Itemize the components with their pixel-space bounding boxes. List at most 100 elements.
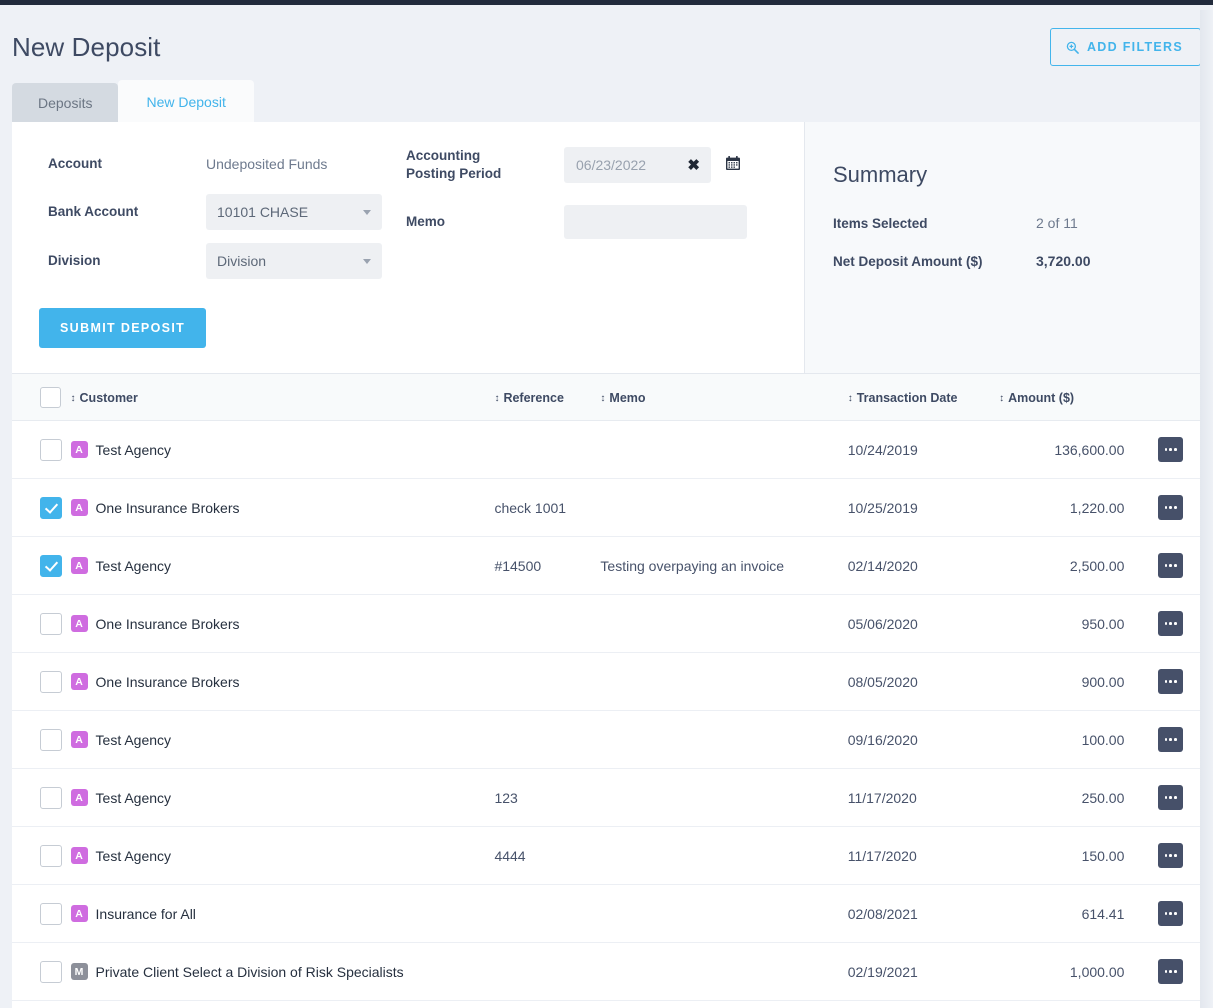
row-transaction-date-cell: 02/08/2021: [847, 884, 1000, 943]
accounting-posting-period-label-line2: Posting Period: [406, 166, 502, 182]
row-checkbox[interactable]: [40, 612, 62, 635]
row-reference-cell: check 1001: [494, 478, 601, 537]
row-memo-cell: [600, 826, 848, 885]
column-header-amount[interactable]: ↕ Amount ($): [999, 374, 1141, 421]
row-checkbox[interactable]: [40, 902, 62, 925]
close-icon[interactable]: ✖: [687, 158, 700, 173]
row-transaction-date-cell: 09/16/2020: [847, 710, 1000, 769]
row-checkbox[interactable]: [40, 786, 62, 809]
tab-new-deposit[interactable]: New Deposit: [118, 80, 254, 122]
kebab-menu-icon[interactable]: [1158, 959, 1184, 984]
row-actions-cell: [1140, 884, 1201, 943]
customer-type-badge: M: [70, 963, 88, 980]
accounting-posting-period-input[interactable]: 06/23/2022 ✖: [564, 147, 711, 184]
table-row[interactable]: A Test Agency 123 11/17/2020 250.00: [12, 768, 1201, 827]
kebab-menu-icon[interactable]: [1158, 611, 1184, 636]
row-actions-cell: [1140, 1000, 1201, 1008]
row-customer-cell: ABalazs Testing Agency: [70, 1000, 495, 1008]
row-amount-cell: 136,600.00: [999, 420, 1141, 479]
select-all-header: [12, 374, 71, 421]
row-reference-cell: [494, 710, 601, 769]
bank-account-label: Bank Account: [48, 203, 139, 219]
kebab-menu-icon[interactable]: [1158, 727, 1184, 752]
customer-type-badge: A: [70, 673, 88, 690]
items-selected-label: Items Selected: [833, 216, 928, 231]
kebab-menu-icon[interactable]: [1158, 843, 1184, 868]
select-all-checkbox[interactable]: [40, 387, 61, 408]
row-select-cell: [12, 594, 71, 653]
row-actions-cell: [1140, 536, 1201, 595]
row-select-cell: [12, 826, 71, 885]
add-filters-label: ADD FILTERS: [1086, 40, 1183, 54]
sort-icon: ↕: [70, 392, 76, 404]
row-transaction-date-cell: 10/24/2019: [847, 420, 1000, 479]
table-row[interactable]: A Insurance for All 02/08/2021 614.41: [12, 884, 1201, 943]
row-actions-cell: [1140, 420, 1201, 479]
memo-input[interactable]: [564, 205, 747, 240]
row-customer-cell: M Private Client Select a Division of Ris…: [70, 942, 495, 1001]
field-division: Division Division: [48, 243, 406, 279]
row-select-cell: [12, 420, 71, 479]
row-customer-cell: A Test Agency: [70, 768, 495, 827]
bank-account-select[interactable]: 10101 CHASE: [206, 194, 382, 230]
row-reference-cell: #14500: [494, 536, 601, 595]
tab-bar: Deposits New Deposit: [0, 80, 1213, 122]
row-checkbox[interactable]: [40, 670, 62, 693]
transactions-table: ↕ Customer ↕ Reference ↕ Memo ↕ Transaction …: [12, 374, 1201, 1008]
row-customer-cell: A Test Agency: [70, 826, 495, 885]
tab-deposits[interactable]: Deposits: [12, 83, 119, 122]
add-filters-button[interactable]: ADD FILTERS: [1049, 28, 1201, 66]
row-reference-cell: [494, 884, 601, 943]
customer-type-badge: A: [70, 441, 88, 458]
table-row[interactable]: ABalazs Testing Agency 10/05/20211,000.00: [12, 1000, 1201, 1008]
column-header-memo[interactable]: ↕ Memo: [600, 374, 848, 421]
table-row[interactable]: A One Insurance Brokers check 1001 10/25/20…: [12, 478, 1201, 537]
kebab-menu-icon[interactable]: [1158, 785, 1184, 810]
kebab-menu-icon[interactable]: [1158, 901, 1184, 926]
row-customer-name: Test Agency: [95, 731, 172, 748]
row-memo-cell: [600, 942, 848, 1001]
table-row[interactable]: A One Insurance Brokers 08/05/2020 900.00: [12, 652, 1201, 711]
division-select[interactable]: Division: [206, 243, 382, 279]
kebab-menu-icon[interactable]: [1158, 495, 1184, 520]
column-header-reference[interactable]: ↕ Reference: [494, 374, 601, 421]
deposit-form-fields: Account Undeposited Funds Bank Account 1…: [12, 122, 805, 373]
row-checkbox[interactable]: [40, 438, 62, 461]
calendar-icon[interactable]: [725, 155, 741, 176]
kebab-menu-icon[interactable]: [1158, 553, 1184, 578]
table-row[interactable]: A One Insurance Brokers 05/06/2020 950.00: [12, 594, 1201, 653]
division-selected-value: Division: [217, 253, 267, 269]
row-checkbox[interactable]: [40, 844, 62, 867]
column-header-transaction-date-label: Transaction Date: [856, 390, 958, 405]
column-header-transaction-date[interactable]: ↕ Transaction Date: [847, 374, 1000, 421]
row-checkbox[interactable]: [40, 554, 62, 577]
row-customer-name: Insurance for All: [95, 905, 196, 922]
accounting-posting-period-label-line1: Accounting: [406, 148, 481, 163]
customer-type-badge: A: [70, 615, 88, 632]
table-row[interactable]: A Test Agency 09/16/2020 100.00: [12, 710, 1201, 769]
row-checkbox[interactable]: [40, 728, 62, 751]
table-row[interactable]: M Private Client Select a Division of Ris…: [12, 942, 1201, 1001]
table-row[interactable]: A Test Agency #14500 Testing overpaying an …: [12, 536, 1201, 595]
row-actions-cell: [1140, 478, 1201, 537]
division-label: Division: [48, 252, 101, 268]
field-accounting-posting-period: Accounting Posting Period 06/23/2022 ✖: [406, 147, 766, 184]
accounting-posting-period-value: 06/23/2022: [576, 157, 647, 174]
row-customer-name: Test Agency: [95, 441, 172, 458]
kebab-menu-icon[interactable]: [1158, 437, 1184, 462]
row-select-cell: [12, 884, 71, 943]
row-memo-cell: [600, 652, 848, 711]
table-body: A Test Agency 10/24/2019 136,600.00 A One Ins…: [12, 420, 1201, 1008]
row-transaction-date-cell: 05/06/2020: [847, 594, 1000, 653]
row-checkbox[interactable]: [40, 960, 62, 983]
row-memo-cell: [600, 478, 848, 537]
kebab-menu-icon[interactable]: [1158, 669, 1184, 694]
row-amount-cell: 900.00: [999, 652, 1141, 711]
table-row[interactable]: A Test Agency 4444 11/17/2020 150.00: [12, 826, 1201, 885]
column-header-customer[interactable]: ↕ Customer: [70, 374, 495, 421]
page-scrollbar[interactable]: [1200, 10, 1213, 1008]
row-checkbox[interactable]: [40, 496, 62, 519]
submit-deposit-button-top[interactable]: SUBMIT DEPOSIT: [39, 308, 207, 348]
table-row[interactable]: A Test Agency 10/24/2019 136,600.00: [12, 420, 1201, 479]
row-transaction-date-cell: 11/17/2020: [847, 826, 1000, 885]
